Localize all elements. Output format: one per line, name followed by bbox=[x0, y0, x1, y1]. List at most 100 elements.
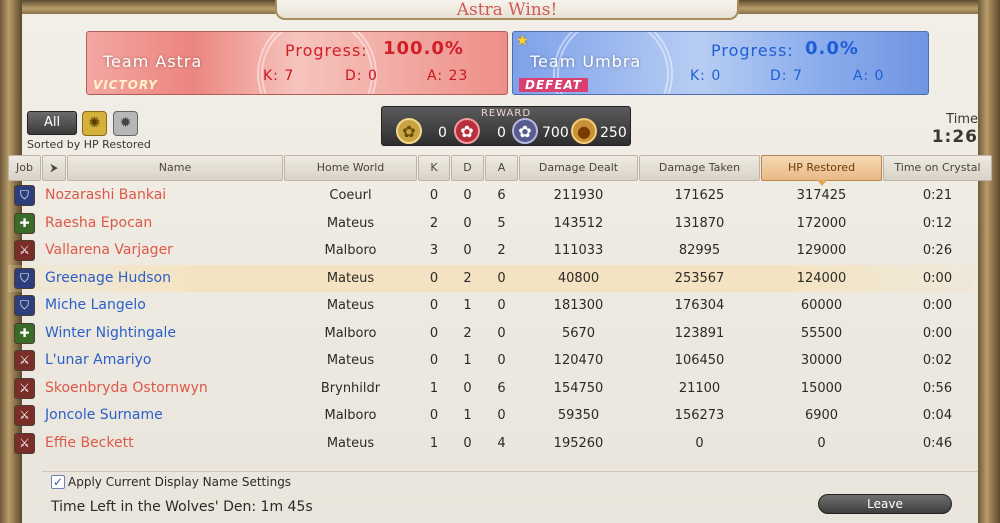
team-name: Team Umbra bbox=[530, 52, 642, 71]
cell-taken: 0 bbox=[695, 435, 704, 451]
column-hp-restored[interactable]: HP Restored bbox=[761, 155, 882, 186]
column-assists[interactable]: A bbox=[485, 155, 518, 181]
cell-d: 1 bbox=[463, 408, 472, 423]
star-icon: ★ bbox=[516, 33, 529, 49]
reward-panel: REWARD ✿ 0 ✿ 0 ✿ 700 ● 250 bbox=[381, 106, 631, 146]
cell-taken: 171625 bbox=[674, 188, 725, 203]
table-row[interactable]: ⛉ Greenage Hudson Mateus 0 2 0 40800 253567 1240… bbox=[8, 264, 974, 292]
assists: A: 0 bbox=[853, 68, 885, 84]
cell-a: 0 bbox=[497, 325, 506, 341]
wolf-mark-icon: ✿ bbox=[512, 118, 538, 144]
cell-crystal: 0:46 bbox=[922, 435, 953, 451]
table-row[interactable]: ⚔ Vallarena Varjager Malboro 3 0 2 111033 82995… bbox=[8, 237, 974, 264]
umbra-crest-icon: ✹ bbox=[119, 115, 132, 131]
cell-world: Coeurl bbox=[329, 188, 372, 203]
reward-value: 0 bbox=[438, 125, 447, 141]
cell-d: 0 bbox=[463, 243, 472, 258]
table-header: Job ⮞ Name Home World K D A Damage Dealt… bbox=[8, 155, 992, 186]
cell-hp: 0 bbox=[817, 435, 826, 451]
player-name: L'unar Amariyo bbox=[45, 352, 152, 368]
cell-hp: 30000 bbox=[800, 353, 843, 368]
cell-crystal: 0:00 bbox=[922, 270, 953, 286]
paladin-icon: ⛉ bbox=[14, 295, 35, 316]
cell-taken: 156273 bbox=[674, 408, 725, 423]
reward-value: 250 bbox=[600, 125, 627, 141]
cell-hp: 60000 bbox=[800, 298, 843, 313]
time-left-text: Time Left in the Wolves' Den: 1m 45s bbox=[51, 499, 313, 515]
table-row[interactable]: ⚔ Skoenbryda Ostornwyn Brynhildr 1 0 6 154750 2… bbox=[8, 375, 974, 402]
bard-icon: ⚔ bbox=[14, 377, 35, 399]
cell-hp: 172000 bbox=[796, 215, 847, 231]
cell-taken: 131870 bbox=[674, 215, 725, 231]
gold-token-icon: ✿ bbox=[396, 118, 422, 144]
filter-astra-button[interactable]: ✺ bbox=[82, 111, 107, 136]
display-name-checkbox[interactable]: ✓ bbox=[51, 475, 65, 489]
column-home-world[interactable]: Home World bbox=[284, 155, 417, 181]
cell-dealt: 181300 bbox=[553, 298, 604, 313]
column-damage-taken[interactable]: Damage Taken bbox=[639, 155, 760, 181]
cell-a: 0 bbox=[497, 408, 506, 423]
cell-d: 0 bbox=[463, 215, 472, 231]
cell-k: 0 bbox=[429, 408, 439, 423]
table-row[interactable]: ⚔ L'unar Amariyo Mateus 0 1 0 120470 106450 3000… bbox=[8, 347, 974, 374]
cell-a: 5 bbox=[497, 215, 506, 231]
cell-k: 1 bbox=[429, 380, 439, 396]
cell-taken: 82995 bbox=[678, 243, 721, 258]
progress-label: Progress: bbox=[711, 41, 794, 60]
red-token-icon: ✿ bbox=[454, 118, 480, 144]
cell-d: 1 bbox=[463, 298, 472, 313]
cell-k: 2 bbox=[429, 215, 439, 231]
leave-button[interactable]: Leave bbox=[818, 494, 952, 514]
cell-d: 0 bbox=[463, 380, 472, 396]
job-sort-button[interactable]: ⮞ bbox=[42, 155, 66, 181]
cell-crystal: 0:00 bbox=[922, 325, 953, 341]
paladin-icon: ⛉ bbox=[14, 185, 35, 206]
bard-icon: ⚔ bbox=[14, 350, 35, 371]
table-row[interactable]: ✚ Winter Nightingale Malboro 0 2 0 5670 123891 5… bbox=[8, 320, 974, 347]
divider bbox=[42, 471, 978, 472]
kills: K: 7 bbox=[263, 68, 295, 84]
table-row[interactable]: ⚔ Joncole Surname Malboro 0 1 0 59350 156273 690… bbox=[8, 402, 974, 429]
team-umbra-banner: ★ Team Umbra DEFEAT Progress: 0.0% K: 0 … bbox=[512, 31, 929, 95]
cell-hp: 15000 bbox=[800, 380, 843, 396]
experience-medal-icon: ● bbox=[571, 118, 597, 144]
column-name[interactable]: Name bbox=[67, 155, 283, 181]
table-row[interactable]: ⛉ Nozarashi Bankai Coeurl 0 0 6 211930 171625 31… bbox=[8, 182, 974, 209]
cell-k: 0 bbox=[429, 298, 439, 313]
table-row[interactable]: ✚ Raesha Epocan Mateus 2 0 5 143512 131870 17200… bbox=[8, 210, 974, 237]
cell-taken: 253567 bbox=[674, 270, 725, 286]
column-job[interactable]: Job bbox=[8, 155, 41, 181]
cell-dealt: 5670 bbox=[561, 325, 596, 341]
column-deaths[interactable]: D bbox=[451, 155, 484, 181]
deaths: D: 7 bbox=[770, 68, 803, 84]
column-damage-dealt[interactable]: Damage Dealt bbox=[519, 155, 638, 181]
table-row[interactable]: ⛉ Miche Langelo Mateus 0 1 0 181300 176304 60000… bbox=[8, 292, 974, 319]
astra-crest-icon: ✺ bbox=[88, 115, 101, 131]
cell-k: 0 bbox=[429, 325, 439, 341]
cell-world: Brynhildr bbox=[320, 380, 381, 396]
assists: A: 23 bbox=[427, 68, 469, 84]
cell-dealt: 120470 bbox=[553, 353, 604, 368]
cell-k: 0 bbox=[429, 270, 439, 286]
cell-a: 6 bbox=[497, 188, 506, 203]
player-name: Skoenbryda Ostornwyn bbox=[45, 379, 208, 396]
cell-d: 1 bbox=[463, 353, 472, 368]
summoner-icon: ⚔ bbox=[14, 405, 35, 426]
column-kills[interactable]: K bbox=[418, 155, 450, 181]
match-time: 1:26 bbox=[931, 127, 978, 147]
progress-value: 0.0% bbox=[805, 38, 859, 59]
filter-umbra-button[interactable]: ✹ bbox=[113, 111, 138, 136]
cell-d: 2 bbox=[463, 270, 472, 286]
player-name: Vallarena Varjager bbox=[45, 242, 173, 258]
column-time-on-crystal[interactable]: Time on Crystal bbox=[883, 155, 992, 181]
cell-d: 0 bbox=[463, 188, 472, 203]
cell-dealt: 143512 bbox=[553, 215, 604, 231]
team-astra-banner: Team Astra VICTORY Progress: 100.0% K: 7… bbox=[86, 31, 508, 95]
filter-all-button[interactable]: All bbox=[27, 111, 77, 135]
cell-taken: 176304 bbox=[674, 298, 725, 313]
dragoon-icon: ⚔ bbox=[14, 240, 35, 261]
warrior-icon: ⛉ bbox=[14, 267, 35, 289]
table-row[interactable]: ⚔ Effie Beckett Mateus 1 0 4 195260 0 0 0:46 bbox=[8, 430, 974, 457]
sort-indicator: Sorted by HP Restored bbox=[27, 138, 151, 151]
cell-world: Mateus bbox=[326, 298, 375, 313]
